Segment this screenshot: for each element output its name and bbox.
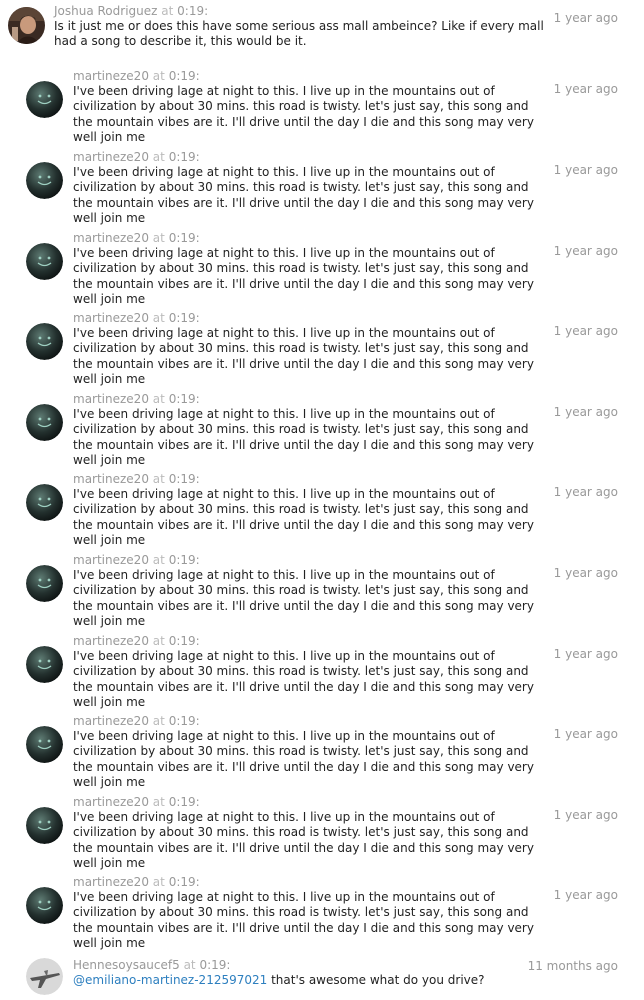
at-label: at — [152, 150, 165, 164]
at-label: at — [152, 795, 165, 809]
username-link[interactable]: martineze20 — [73, 392, 149, 406]
user-avatar[interactable] — [26, 807, 63, 844]
comment-age: 1 year ago — [553, 11, 618, 25]
at-label: at — [161, 4, 174, 18]
comment-text: @emiliano-martinez-212597021 that's awes… — [73, 973, 538, 988]
comment-text: I've been driving lage at night to this.… — [73, 165, 534, 226]
comment-text: Is it just me or does this have some ser… — [54, 19, 544, 49]
at-label: at — [152, 634, 165, 648]
username-link[interactable]: martineze20 — [73, 69, 149, 83]
timestamp-link[interactable]: 0:19 — [169, 875, 196, 889]
at-label: at — [152, 553, 165, 567]
smiley-globe-avatar-icon — [26, 162, 63, 199]
comment-age: 1 year ago — [553, 727, 618, 741]
at-label: at — [152, 311, 165, 325]
username-link[interactable]: martineze20 — [73, 150, 149, 164]
user-avatar[interactable] — [8, 7, 45, 44]
username-link[interactable]: martineze20 — [73, 311, 149, 325]
comment-text: I've been driving lage at night to this.… — [73, 326, 534, 387]
timestamp-link[interactable]: 0:19 — [169, 392, 196, 406]
user-avatar[interactable] — [26, 81, 63, 118]
timestamp-link[interactable]: 0:19 — [169, 150, 196, 164]
timestamp-link[interactable]: 0:19 — [169, 634, 196, 648]
comment-age: 1 year ago — [553, 244, 618, 258]
at-label: at — [152, 392, 165, 406]
smiley-globe-avatar-icon — [26, 484, 63, 521]
comment-thread: Joshua Rodriguez at 0:19: Is it just me … — [0, 0, 644, 1000]
smiley-globe-avatar-icon — [26, 243, 63, 280]
comment-text: I've been driving lage at night to this.… — [73, 246, 534, 307]
user-avatar[interactable] — [26, 243, 63, 280]
comment-text-body: that's awesome what do you drive? — [267, 973, 485, 987]
comment-age: 1 year ago — [553, 647, 618, 661]
at-label: at — [152, 69, 165, 83]
username-link[interactable]: Joshua Rodriguez — [54, 4, 157, 18]
portrait-avatar-icon — [8, 7, 45, 44]
smiley-globe-avatar-icon — [26, 887, 63, 924]
timestamp-link[interactable]: 0:19 — [169, 553, 196, 567]
user-avatar[interactable] — [26, 887, 63, 924]
timestamp-link[interactable]: 0:19 — [177, 4, 204, 18]
comment-age: 1 year ago — [553, 163, 618, 177]
timestamp-link[interactable]: 0:19 — [169, 311, 196, 325]
timestamp-link[interactable]: 0:19 — [169, 69, 196, 83]
comment-age: 1 year ago — [553, 888, 618, 902]
user-avatar[interactable] — [26, 162, 63, 199]
at-label: at — [183, 958, 196, 972]
comment-age: 1 year ago — [553, 405, 618, 419]
comment-age: 1 year ago — [553, 808, 618, 822]
comment-header: Joshua Rodriguez at 0:19: — [54, 4, 209, 18]
at-label: at — [152, 231, 165, 245]
user-avatar[interactable] — [26, 726, 63, 763]
smiley-globe-avatar-icon — [26, 807, 63, 844]
comment-text: I've been driving lage at night to this.… — [73, 407, 534, 468]
comment-text: I've been driving lage at night to this.… — [73, 84, 534, 145]
smiley-globe-avatar-icon — [26, 323, 63, 360]
username-link[interactable]: martineze20 — [73, 875, 149, 889]
smiley-globe-avatar-icon — [26, 565, 63, 602]
timestamp-link[interactable]: 0:19 — [169, 231, 196, 245]
username-link[interactable]: martineze20 — [73, 472, 149, 486]
airplane-avatar-icon — [26, 958, 63, 995]
comment-text: I've been driving lage at night to this.… — [73, 487, 534, 548]
username-link[interactable]: martineze20 — [73, 231, 149, 245]
comment-text: I've been driving lage at night to this.… — [73, 810, 534, 871]
comment-age: 1 year ago — [553, 82, 618, 96]
smiley-globe-avatar-icon — [26, 646, 63, 683]
username-link[interactable]: martineze20 — [73, 553, 149, 567]
smiley-globe-avatar-icon — [26, 404, 63, 441]
at-label: at — [152, 714, 165, 728]
timestamp-link[interactable]: 0:19 — [169, 472, 196, 486]
at-label: at — [152, 875, 165, 889]
user-avatar[interactable] — [26, 323, 63, 360]
comment-text: I've been driving lage at night to this.… — [73, 649, 534, 710]
user-avatar[interactable] — [26, 646, 63, 683]
comment-text: I've been driving lage at night to this.… — [73, 729, 534, 790]
smiley-globe-avatar-icon — [26, 726, 63, 763]
username-link[interactable]: martineze20 — [73, 795, 149, 809]
comment-age: 1 year ago — [553, 566, 618, 580]
comment-text: I've been driving lage at night to this.… — [73, 568, 534, 629]
user-avatar[interactable] — [26, 958, 63, 995]
comment-age: 11 months ago — [527, 959, 618, 973]
timestamp-link[interactable]: 0:19 — [169, 795, 196, 809]
username-link[interactable]: Hennesoysaucef5 — [73, 958, 180, 972]
comment-text: I've been driving lage at night to this.… — [73, 890, 534, 951]
smiley-globe-avatar-icon — [26, 81, 63, 118]
comment-age: 1 year ago — [553, 485, 618, 499]
username-link[interactable]: martineze20 — [73, 634, 149, 648]
timestamp-link[interactable]: 0:19 — [199, 958, 226, 972]
user-avatar[interactable] — [26, 484, 63, 521]
username-link[interactable]: martineze20 — [73, 714, 149, 728]
user-avatar[interactable] — [26, 565, 63, 602]
user-avatar[interactable] — [26, 404, 63, 441]
at-label: at — [152, 472, 165, 486]
comment-age: 1 year ago — [553, 324, 618, 338]
user-mention-link[interactable]: @emiliano-martinez-212597021 — [73, 973, 267, 987]
timestamp-link[interactable]: 0:19 — [169, 714, 196, 728]
